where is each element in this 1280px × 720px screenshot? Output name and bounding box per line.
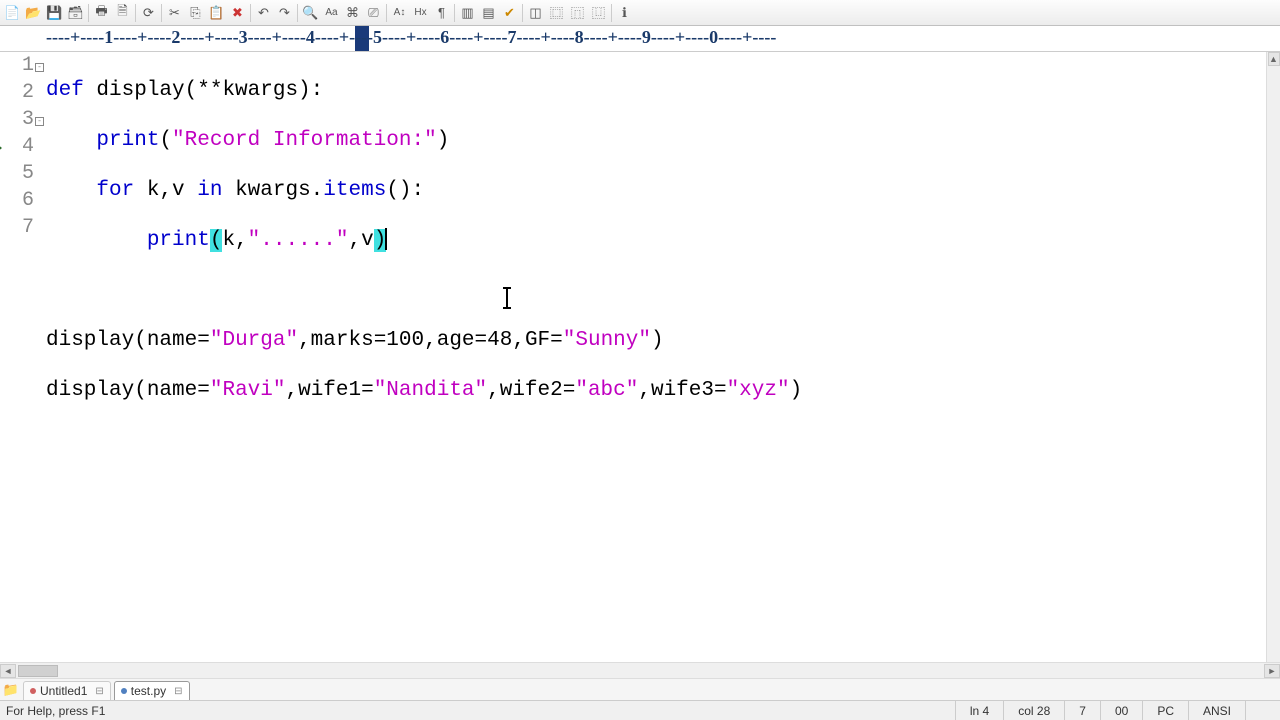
status-linecount: 7 (1064, 701, 1100, 720)
ruler-text: ----+----1----+----2----+----3----+----4… (46, 27, 776, 48)
line-number: 6 (0, 189, 42, 216)
tab-untitled1[interactable]: Untitled1 ⊟ (23, 681, 111, 700)
win2-icon[interactable]: ⿴ (546, 2, 567, 23)
check-icon[interactable]: ✔ (499, 2, 520, 23)
separator (161, 4, 162, 22)
paste-icon[interactable]: 📋 (206, 2, 227, 23)
win3-icon[interactable]: ⿵ (567, 2, 588, 23)
line-number-gutter: 1- 2 3- 4 5 6 7 (0, 52, 42, 662)
separator (88, 4, 89, 22)
close-icon[interactable]: ⊟ (95, 686, 103, 697)
findcase-icon[interactable]: Aa (321, 2, 342, 23)
find-icon[interactable]: 🔍 (300, 2, 321, 23)
panel1-icon[interactable]: ▥ (457, 2, 478, 23)
separator (522, 4, 523, 22)
win1-icon[interactable]: ◫ (525, 2, 546, 23)
hex-icon[interactable]: Hx (410, 2, 431, 23)
status-zero: 00 (1100, 701, 1142, 720)
line-number: 5 (0, 162, 42, 189)
scroll-up-icon[interactable]: ▲ (1268, 52, 1280, 66)
ibeam-cursor-icon (506, 288, 508, 308)
separator (135, 4, 136, 22)
tab-testpy[interactable]: test.py ⊟ (114, 681, 190, 700)
status-mode: PC (1142, 701, 1188, 720)
pilcrow-icon[interactable]: ¶ (431, 2, 452, 23)
modified-dot-icon (30, 688, 36, 694)
status-col: col 28 (1003, 701, 1064, 720)
separator (611, 4, 612, 22)
separator (297, 4, 298, 22)
file-dot-icon (121, 688, 127, 694)
fontsize-icon[interactable]: A↕ (389, 2, 410, 23)
status-encoding: ANSI (1188, 701, 1245, 720)
line-number: 7 (0, 216, 42, 243)
separator (454, 4, 455, 22)
editor-area: 1- 2 3- 4 5 6 7 def display(**kwargs): p… (0, 52, 1280, 662)
scroll-left-icon[interactable]: ◄ (0, 664, 16, 678)
cut-icon[interactable]: ✂ (164, 2, 185, 23)
copy-icon[interactable]: ⎘ (185, 2, 206, 23)
close-icon[interactable]: ⊟ (174, 686, 182, 697)
caret (385, 228, 387, 250)
undo-icon[interactable]: ↶ (253, 2, 274, 23)
tab-label: test.py (131, 684, 166, 698)
win4-icon[interactable]: ⿶ (588, 2, 609, 23)
panel2-icon[interactable]: ▤ (478, 2, 499, 23)
line-number: 1- (0, 54, 42, 81)
line-number: 2 (0, 81, 42, 108)
saveall-icon[interactable]: 🗃 (65, 2, 86, 23)
folder-icon[interactable]: 📁 (2, 679, 20, 700)
redo-icon[interactable]: ↷ (274, 2, 295, 23)
status-help: For Help, press F1 (6, 704, 105, 718)
tab-label: Untitled1 (40, 684, 87, 698)
status-bar: For Help, press F1 ln 4 col 28 7 00 PC A… (0, 700, 1280, 720)
main-toolbar: 📄 📂 💾 🗃 🖶 🗎 ⟳ ✂ ⎘ 📋 ✖ ↶ ↷ 🔍 Aa ⌘ ⎚ A↕ Hx… (0, 0, 1280, 26)
clear-icon[interactable]: ⎚ (363, 2, 384, 23)
line-number: 4 (0, 135, 42, 162)
help-icon[interactable]: ℹ (614, 2, 635, 23)
separator (386, 4, 387, 22)
horizontal-scrollbar[interactable]: ◄ ► (0, 662, 1280, 678)
current-line-icon (0, 143, 2, 153)
refresh-icon[interactable]: ⟳ (138, 2, 159, 23)
open-icon[interactable]: 📂 (23, 2, 44, 23)
line-number: 3- (0, 108, 42, 135)
vertical-scrollbar[interactable]: ▲ (1266, 52, 1280, 662)
scroll-right-icon[interactable]: ► (1264, 664, 1280, 678)
column-ruler: ----+----1----+----2----+----3----+----4… (0, 26, 1280, 52)
document-tabs: 📁 Untitled1 ⊟ test.py ⊟ (0, 678, 1280, 700)
delete-icon[interactable]: ✖ (227, 2, 248, 23)
new-icon[interactable]: 📄 (2, 2, 23, 23)
print-icon[interactable]: 🖶 (91, 2, 112, 23)
separator (250, 4, 251, 22)
status-line: ln 4 (955, 701, 1003, 720)
save-icon[interactable]: 💾 (44, 2, 65, 23)
link-icon[interactable]: ⌘ (342, 2, 363, 23)
scroll-thumb[interactable] (18, 665, 58, 677)
preview-icon[interactable]: 🗎 (112, 2, 133, 23)
code-editor[interactable]: def display(**kwargs): print("Record Inf… (42, 52, 1280, 662)
